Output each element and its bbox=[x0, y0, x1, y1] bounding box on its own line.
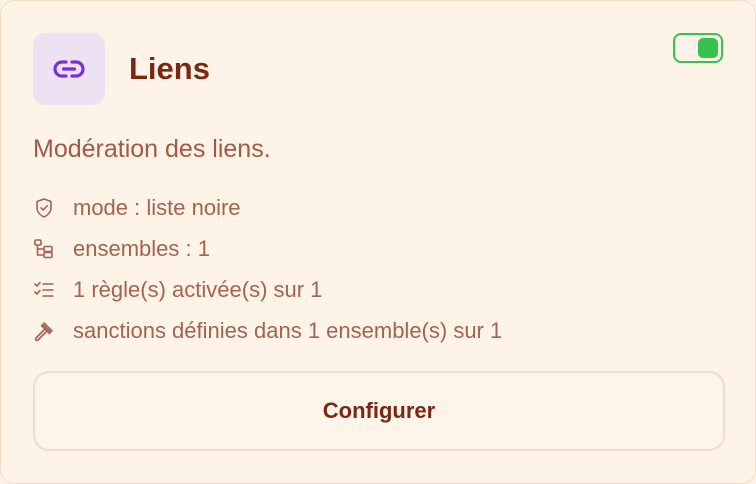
folder-tree-icon bbox=[33, 238, 55, 260]
detail-sets-text: ensembles : 1 bbox=[73, 236, 210, 261]
detail-sanctions-text: sanctions définies dans 1 ensemble(s) su… bbox=[73, 318, 503, 343]
module-description: Modération des liens. bbox=[33, 135, 271, 163]
shield-check-icon bbox=[33, 197, 55, 219]
link-icon bbox=[53, 60, 85, 78]
detail-mode-text: mode : liste noire bbox=[73, 195, 241, 220]
detail-sets: ensembles : 1 bbox=[33, 236, 210, 262]
module-enabled-toggle[interactable] bbox=[673, 33, 723, 63]
detail-rules-text: 1 règle(s) activée(s) sur 1 bbox=[73, 277, 323, 302]
gavel-icon bbox=[33, 320, 55, 342]
detail-mode: mode : liste noire bbox=[33, 195, 241, 221]
module-card: Liens Modération des liens. mode : liste… bbox=[0, 0, 756, 484]
detail-sanctions: sanctions définies dans 1 ensemble(s) su… bbox=[33, 318, 502, 344]
configure-button[interactable]: Configurer bbox=[33, 371, 725, 451]
module-icon-tile bbox=[33, 33, 105, 105]
checklist-icon bbox=[33, 279, 55, 301]
detail-rules: 1 règle(s) activée(s) sur 1 bbox=[33, 277, 322, 303]
toggle-knob bbox=[698, 38, 718, 58]
module-title: Liens bbox=[129, 51, 210, 86]
